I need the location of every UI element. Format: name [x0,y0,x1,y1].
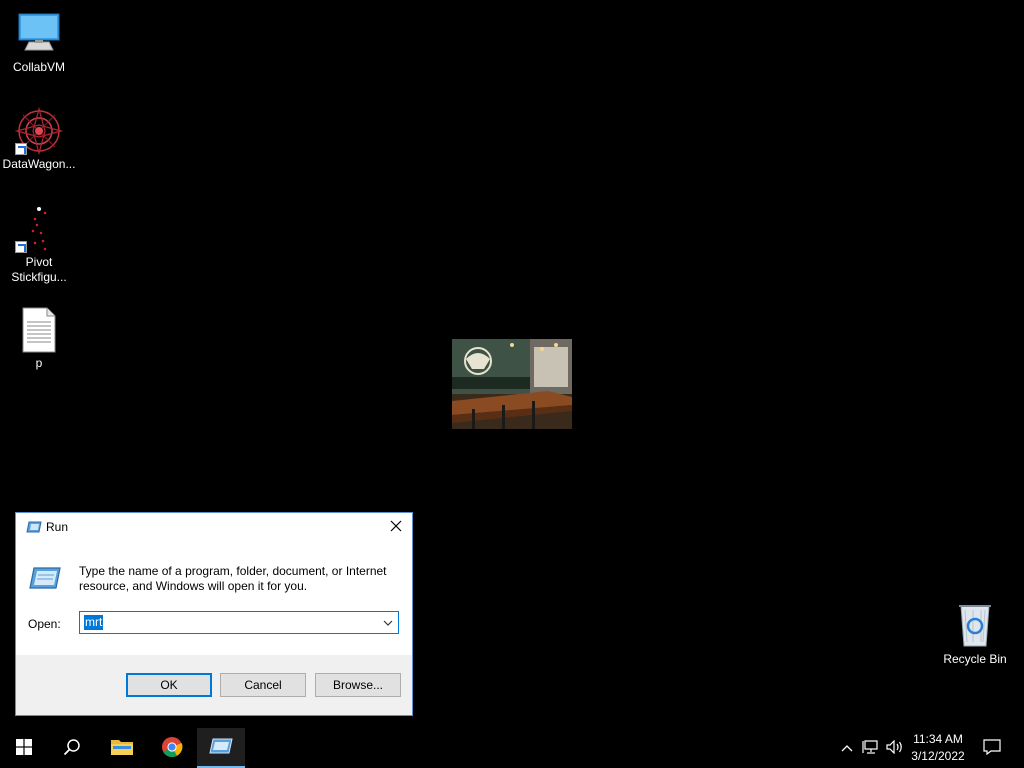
desktop-icon-label: Pivot Stickfigu... [11,255,67,284]
desktop-icon-label: Recycle Bin [943,652,1007,666]
taskbar: 11:34 AM 3/12/2022 [0,728,1024,768]
stickfigure-icon [15,205,63,253]
start-icon [16,738,32,758]
dialog-description: Type the name of a program, folder, docu… [79,564,387,593]
desktop-icon-pivot[interactable]: Pivot Stickfigu... [1,205,77,285]
window-title: Run [46,520,69,534]
cancel-button[interactable]: Cancel [220,673,306,697]
desktop-icon-label: p [35,356,43,370]
close-button[interactable] [380,513,412,542]
notification-icon [983,738,1001,758]
dialog-body: Type the name of a program, folder, docu… [16,542,412,655]
open-label: Open: [28,617,61,631]
shortcut-arrow-icon [15,143,27,155]
chrome-button[interactable] [148,728,196,768]
desktop-icon-p[interactable]: p [1,306,77,371]
run-taskbar-button[interactable] [197,728,245,768]
clock[interactable]: 11:34 AM 3/12/2022 [906,731,970,765]
volume-button[interactable] [884,728,906,768]
open-input[interactable]: mrt [84,615,104,630]
show-hidden-icons-button[interactable] [838,728,856,768]
monitor-icon [15,10,63,58]
run-icon [26,521,42,533]
title-bar[interactable]: Run [16,513,412,542]
desktop-icon-label: CollabVM [12,60,66,74]
desktop-icon-label: DataWagon... [2,157,76,171]
browse-button[interactable]: Browse... [315,673,401,697]
clock-time: 11:34 AM [913,732,963,746]
close-icon [390,519,402,537]
ok-button[interactable]: OK [126,673,212,697]
action-center-button[interactable] [976,728,1008,768]
wallpaper-photo [452,339,572,429]
search-button[interactable] [48,728,96,768]
text-file-icon [15,306,63,354]
network-button[interactable] [860,728,882,768]
run-dialog: Run Type the name of a program, folder, … [15,512,413,716]
desktop-icon-datawagon[interactable]: DataWagon... [1,106,77,172]
chevron-up-icon [841,741,853,755]
network-icon [862,739,880,757]
chrome-icon [161,736,183,761]
dialog-footer: OK Cancel Browse... [16,655,412,715]
file-explorer-icon [110,737,134,760]
run-icon [209,738,233,757]
start-button[interactable] [0,728,48,768]
datawagon-icon [14,106,64,156]
desktop-icon-recycle-bin[interactable]: Recycle Bin [937,602,1013,667]
desktop-icon-collabvm[interactable]: CollabVM [1,10,77,75]
run-program-icon [28,564,62,592]
open-combobox[interactable]: mrt [79,611,399,634]
search-icon [63,738,81,759]
clock-date: 3/12/2022 [911,749,965,763]
recycle-bin-icon [951,602,999,650]
file-explorer-button[interactable] [98,728,146,768]
volume-icon [886,739,904,757]
shortcut-arrow-icon [15,241,27,253]
chevron-down-icon[interactable] [381,616,395,630]
